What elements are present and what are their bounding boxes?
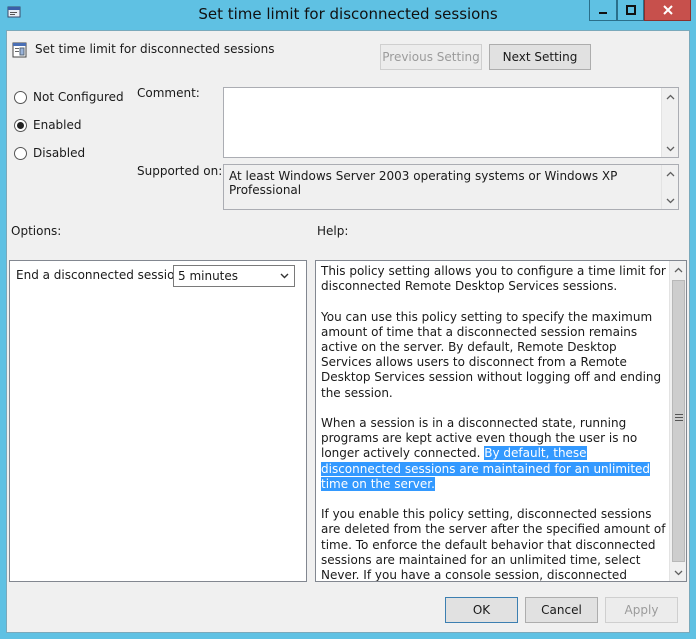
options-panel: End a disconnected session 5 minutes	[9, 260, 307, 582]
scroll-up-button[interactable]	[670, 261, 686, 278]
supported-on-value: At least Windows Server 2003 operating s…	[229, 169, 618, 197]
chevron-up-icon	[666, 171, 675, 176]
apply-button[interactable]: Apply	[605, 597, 678, 623]
policy-setting-icon	[12, 42, 27, 58]
help-paragraph: If you enable this policy setting, disco…	[321, 507, 666, 582]
radio-label: Not Configured	[33, 90, 124, 104]
chevron-down-icon	[280, 273, 288, 279]
close-icon	[662, 5, 673, 15]
help-scrollbar[interactable]	[669, 261, 686, 581]
comment-textbox[interactable]	[223, 87, 679, 158]
scroll-down-button[interactable]	[662, 192, 679, 209]
comment-label: Comment:	[137, 86, 200, 100]
radio-enabled[interactable]: Enabled	[14, 118, 82, 132]
dialog-window: Set time limit for disconnected sessions…	[0, 0, 696, 639]
help-paragraph: You can use this policy setting to speci…	[321, 309, 662, 400]
dialog-client: Set time limit for disconnected sessions…	[6, 30, 690, 633]
radio-disabled[interactable]: Disabled	[14, 146, 85, 160]
scroll-up-button[interactable]	[662, 165, 679, 182]
close-button[interactable]	[644, 0, 691, 21]
scroll-down-button[interactable]	[662, 140, 679, 157]
grip-icon	[675, 414, 683, 421]
end-session-dropdown[interactable]: 5 minutes	[173, 265, 295, 287]
cancel-button[interactable]: Cancel	[525, 597, 598, 623]
ok-button[interactable]: OK	[445, 597, 518, 623]
next-setting-button[interactable]: Next Setting	[489, 44, 591, 70]
radio-not-configured[interactable]: Not Configured	[14, 90, 124, 104]
scroll-down-button[interactable]	[670, 564, 686, 581]
radio-selected-dot	[17, 121, 24, 129]
policy-title: Set time limit for disconnected sessions	[35, 42, 275, 56]
chevron-down-icon	[666, 146, 675, 151]
radio-circle	[14, 118, 27, 132]
scroll-thumb[interactable]	[672, 280, 685, 562]
radio-label: Disabled	[33, 146, 86, 160]
supported-on-label: Supported on:	[137, 164, 223, 178]
scroll-up-button[interactable]	[662, 88, 679, 105]
comment-scrollbar[interactable]	[661, 88, 678, 157]
help-panel: This policy setting allows you to config…	[315, 260, 687, 582]
title-bar[interactable]: Set time limit for disconnected sessions	[0, 0, 696, 30]
radio-label: Enabled	[33, 118, 82, 132]
end-session-label: End a disconnected session	[16, 268, 183, 282]
radio-circle	[14, 146, 27, 160]
minimize-button[interactable]	[589, 0, 617, 21]
chevron-down-icon	[674, 570, 683, 575]
radio-circle	[14, 90, 27, 104]
help-label: Help:	[317, 224, 349, 238]
help-paragraph: This policy setting allows you to config…	[321, 264, 666, 294]
help-paragraph: When a session is in a disconnected stat…	[321, 416, 667, 492]
help-text: This policy setting allows you to config…	[321, 264, 667, 582]
chevron-up-icon	[666, 94, 675, 99]
dropdown-value: 5 minutes	[178, 269, 239, 283]
maximize-icon	[625, 5, 636, 15]
chevron-down-icon	[666, 198, 675, 203]
supported-on-box: At least Windows Server 2003 operating s…	[223, 164, 679, 210]
options-label: Options:	[11, 224, 62, 238]
maximize-button[interactable]	[617, 0, 644, 21]
previous-setting-button[interactable]: Previous Setting	[380, 44, 482, 70]
chevron-up-icon	[674, 267, 683, 272]
supported-scrollbar[interactable]	[661, 165, 678, 209]
minimize-icon	[599, 12, 607, 14]
dropdown-arrow	[277, 269, 291, 283]
help-text-plain: When a session is in a disconnected stat…	[321, 416, 638, 461]
